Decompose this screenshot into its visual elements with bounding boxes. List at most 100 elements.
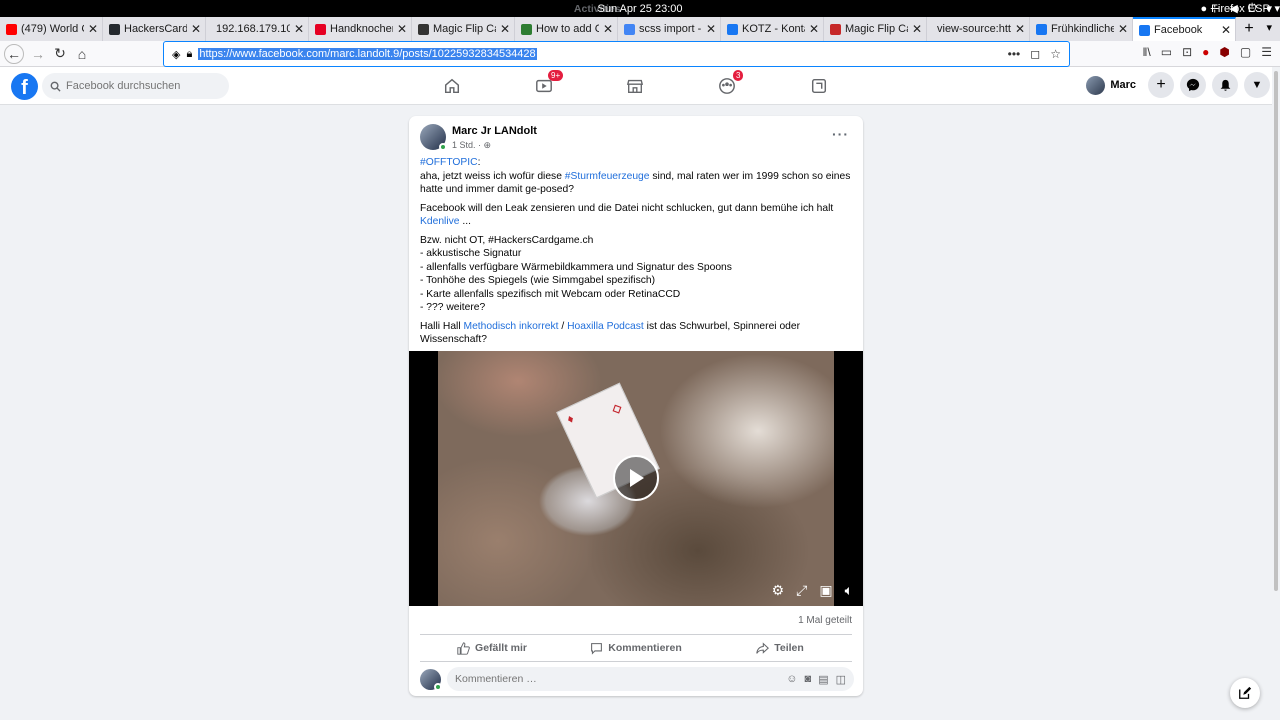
notifications-button[interactable] <box>1212 72 1238 98</box>
messenger-button[interactable] <box>1180 72 1206 98</box>
browser-tab[interactable]: scss import - ✕ <box>618 17 721 41</box>
nav-gaming[interactable] <box>795 67 843 105</box>
author-name[interactable]: Marc Jr LANdolt <box>452 125 537 137</box>
home-icon <box>444 78 460 94</box>
text: - Karte allenfalls spezifisch mit Webcam… <box>420 288 681 300</box>
create-button[interactable]: + <box>1148 72 1174 98</box>
online-indicator <box>434 682 442 691</box>
emoji-icon[interactable]: ☺ <box>786 673 797 686</box>
close-tab-icon[interactable]: ✕ <box>1015 22 1025 36</box>
nav-home[interactable] <box>428 67 476 105</box>
page-scrollbar[interactable] <box>1272 67 1280 720</box>
nav-groups[interactable]: 3 <box>703 67 751 105</box>
share-count[interactable]: 1 Mal geteilt <box>798 615 852 626</box>
text: Halli Hall <box>420 320 464 332</box>
browser-tab[interactable]: HackersCardg ✕ <box>103 17 206 41</box>
browser-tab[interactable]: (479) World C ✕ <box>0 17 103 41</box>
new-tab-button[interactable]: + <box>1236 17 1262 41</box>
mute-icon[interactable]: 🔈︎ <box>845 582 853 599</box>
picture-in-picture-icon[interactable]: ▣ <box>819 582 832 599</box>
browser-tab[interactable]: view-source:http ✕ <box>927 17 1030 41</box>
browser-tab[interactable]: 192.168.179.106: ✕ <box>206 17 309 41</box>
author-avatar[interactable] <box>420 124 447 151</box>
facebook-logo[interactable]: f <box>11 73 38 100</box>
post-timestamp[interactable]: 1 Std. · <box>452 140 481 150</box>
browser-tab[interactable]: Magic Flip Ca ✕ <box>412 17 515 41</box>
url-bar[interactable]: ◈ 🔒︎ https://www.facebook.com/marc.lando… <box>163 41 1070 67</box>
close-tab-icon[interactable]: ✕ <box>809 22 819 36</box>
close-tab-icon[interactable]: ✕ <box>397 22 407 36</box>
close-tab-icon[interactable]: ✕ <box>706 22 716 36</box>
share-button[interactable]: Teilen <box>708 635 852 661</box>
chevron-down-icon: ▾ <box>1274 3 1280 15</box>
scrollbar-thumb[interactable] <box>1274 71 1278 591</box>
tab-title: Facebook <box>1154 24 1203 36</box>
back-button[interactable]: ← <box>4 43 24 64</box>
avatar <box>1086 75 1106 95</box>
extension-icon[interactable]: ● <box>1202 45 1209 59</box>
sidebar-icon[interactable]: ▭ <box>1161 45 1172 59</box>
system-tray[interactable]: ⊹ ◀ ⏻ ▾ <box>1210 2 1272 15</box>
close-tab-icon[interactable]: ✕ <box>500 22 510 36</box>
page-actions-icon[interactable]: ••• <box>1008 47 1021 61</box>
comment-button[interactable]: Kommentieren <box>564 635 708 661</box>
close-tab-icon[interactable]: ✕ <box>1118 22 1128 36</box>
video-player[interactable]: ♦ ◇ ⚙ ⤢ ▣ 🔈︎ <box>409 351 863 606</box>
online-indicator <box>439 143 447 151</box>
list-all-tabs-icon[interactable]: ▾ <box>1266 21 1272 34</box>
menu-icon[interactable]: ☰ <box>1261 45 1272 59</box>
close-tab-icon[interactable]: ✕ <box>294 22 304 36</box>
browser-tab[interactable]: Handknochen ✕ <box>309 17 412 41</box>
gif-icon[interactable]: ▤ <box>818 673 828 686</box>
page-link[interactable]: Kdenlive <box>420 216 460 227</box>
pocket-icon[interactable]: ◻ <box>1030 47 1040 61</box>
close-tab-icon[interactable]: ✕ <box>912 22 922 36</box>
chat-icon[interactable]: ▢ <box>1240 45 1251 59</box>
post-options-button[interactable]: ··· <box>832 126 849 142</box>
activities-button[interactable]: Activities <box>0 3 1195 15</box>
browser-tab[interactable]: KOTZ - Konta ✕ <box>721 17 824 41</box>
close-tab-icon[interactable]: ✕ <box>191 22 201 36</box>
reload-button[interactable]: ↻ <box>49 43 71 65</box>
bookmark-star-icon[interactable]: ☆ <box>1050 47 1061 61</box>
nav-marketplace[interactable] <box>611 67 659 105</box>
browser-tab[interactable]: Facebook ✕ <box>1133 17 1236 41</box>
screenshot-icon[interactable]: ⊡ <box>1182 45 1192 59</box>
close-tab-icon[interactable]: ✕ <box>1221 23 1231 37</box>
network-icon: ⊹ <box>1210 3 1220 15</box>
thumbs-up-icon <box>457 641 470 655</box>
hashtag-link[interactable]: #OFFTOPIC <box>420 157 478 168</box>
favicon-icon <box>315 23 326 35</box>
home-button[interactable]: ⌂ <box>71 43 93 65</box>
close-tab-icon[interactable]: ✕ <box>603 22 613 36</box>
hashtag-link[interactable]: #Sturmfeuerzeuge <box>565 171 650 182</box>
search-box[interactable] <box>42 73 229 99</box>
browser-tab[interactable]: Magic Flip Ca ✕ <box>824 17 927 41</box>
search-input[interactable] <box>66 80 216 92</box>
url-text[interactable]: https://www.facebook.com/marc.landolt.9/… <box>198 48 537 60</box>
avatar[interactable] <box>420 668 442 691</box>
groups-icon <box>719 78 735 94</box>
nav-watch[interactable]: 9+ <box>520 67 568 105</box>
library-icon[interactable]: ‖\ <box>1142 45 1150 59</box>
like-button[interactable]: Gefällt mir <box>420 635 564 661</box>
post-paragraph: #OFFTOPIC: aha, jetzt weiss ich wofür di… <box>420 156 852 197</box>
camera-icon[interactable]: ◙ <box>805 673 812 686</box>
comment-input[interactable] <box>455 673 787 685</box>
browser-tab[interactable]: Frühkindliche ✕ <box>1030 17 1133 41</box>
play-button[interactable] <box>613 455 659 501</box>
comment-box[interactable]: ☺ ◙ ▤ ◫ <box>447 667 854 691</box>
settings-icon[interactable]: ⚙ <box>772 582 785 599</box>
close-tab-icon[interactable]: ✕ <box>88 22 98 36</box>
page-link[interactable]: Methodisch inkorrekt <box>464 321 559 332</box>
ublock-icon[interactable]: ⬢ <box>1219 45 1229 59</box>
fullscreen-icon[interactable]: ⤢ <box>796 582 807 599</box>
page-link[interactable]: Hoaxilla Podcast <box>567 321 644 332</box>
browser-tab[interactable]: How to add C ✕ <box>515 17 618 41</box>
sticker-icon[interactable]: ◫ <box>836 673 846 686</box>
text: aha, jetzt weiss ich wofür diese <box>420 170 565 182</box>
new-message-button[interactable] <box>1230 678 1260 708</box>
profile-button[interactable]: Marc <box>1086 75 1136 95</box>
account-menu-button[interactable]: ▼ <box>1244 72 1270 98</box>
forward-button[interactable]: → <box>27 43 49 65</box>
